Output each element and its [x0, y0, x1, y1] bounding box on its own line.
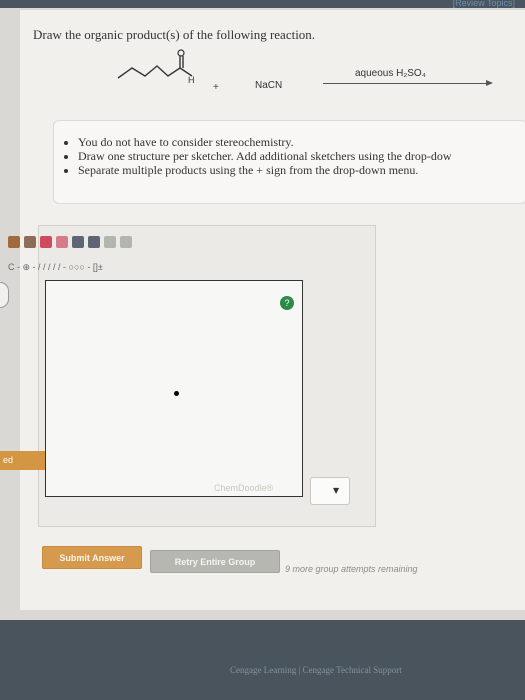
drawing-canvas[interactable]: [45, 280, 303, 497]
zoom-in-icon[interactable]: [72, 236, 84, 248]
review-topics-link[interactable]: [Review Topics]: [453, 0, 515, 8]
submit-answer-button[interactable]: Submit Answer: [42, 546, 142, 569]
eraser-icon[interactable]: [56, 236, 68, 248]
reaction-conditions: aqueous H₂SO₄: [355, 68, 426, 79]
top-bar: [0, 0, 525, 8]
back-icon[interactable]: [8, 236, 20, 248]
footer-text[interactable]: Cengage Learning | Cengage Technical Sup…: [230, 665, 402, 675]
instructions-box: You do not have to consider stereochemis…: [53, 120, 525, 204]
zoom-out-icon[interactable]: [88, 236, 100, 248]
oxygen-atom: [177, 49, 185, 57]
hand-icon[interactable]: [24, 236, 36, 248]
chevron-down-icon[interactable]: ▼: [333, 486, 339, 495]
reaction-arrowhead: [486, 80, 493, 86]
reactant-structure: H: [117, 49, 195, 85]
chemdoodle-label: ChemDoodle®: [214, 483, 274, 493]
footer: [0, 620, 525, 700]
canvas-dot: [174, 391, 179, 396]
settings-icon[interactable]: [120, 236, 132, 248]
instruction-item: You do not have to consider stereochemis…: [78, 135, 525, 149]
instruction-item: Separate multiple products using the + s…: [78, 163, 525, 177]
side-collapse-tab[interactable]: [0, 282, 9, 308]
reagent-label: NaCN: [255, 80, 283, 91]
carbon-chain: [117, 65, 193, 79]
instruction-item: Draw one structure per sketcher. Add add…: [78, 149, 525, 163]
retry-entire-group-button[interactable]: Retry Entire Group: [150, 550, 280, 573]
sketcher-dropdown[interactable]: [310, 477, 350, 505]
hydrogen-label: H: [188, 75, 195, 85]
drawing-tools[interactable]: C - ⊕ - / / / / / - ○○○ - []±: [8, 262, 103, 273]
sketcher-toolbar-top: [8, 235, 132, 249]
plus-sign: +: [213, 82, 219, 93]
left-side-tab[interactable]: ed: [0, 451, 45, 470]
question-prompt: Draw the organic product(s) of the follo…: [33, 27, 316, 42]
reaction-arrow: [323, 83, 490, 84]
instructions-list: You do not have to consider stereochemis…: [54, 135, 525, 177]
template-icon[interactable]: [104, 236, 116, 248]
lasso-icon[interactable]: [40, 236, 52, 248]
attempts-remaining: 9 more group attempts remaining: [285, 564, 418, 574]
help-icon[interactable]: ?: [280, 296, 294, 310]
sketcher-toolbar-bottom: C - ⊕ - / / / / / - ○○○ - []±: [8, 260, 103, 274]
